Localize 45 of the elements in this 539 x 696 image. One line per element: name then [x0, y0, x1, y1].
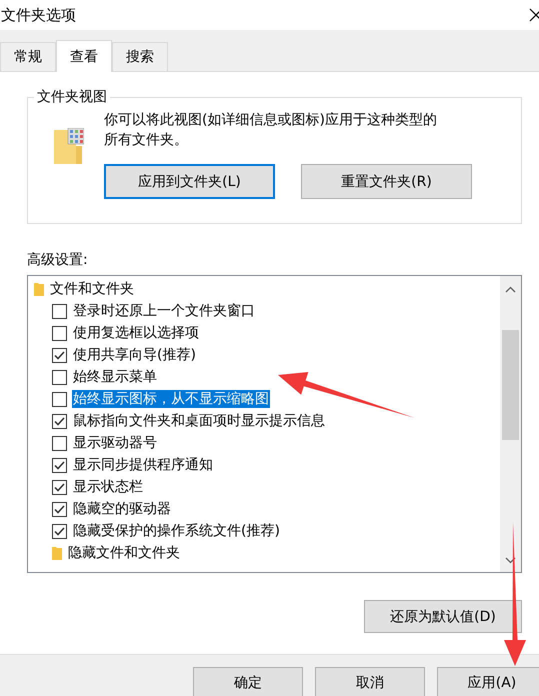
checkbox[interactable] — [52, 414, 67, 428]
dialog-button[interactable]: 应用(A) — [437, 667, 539, 696]
section-label: 高级设置: — [27, 251, 89, 269]
tab[interactable]: 常规 — [0, 42, 56, 71]
checkbox[interactable] — [52, 370, 67, 384]
tab[interactable]: 搜索 — [112, 42, 168, 71]
checkbox[interactable] — [52, 304, 67, 318]
setting-label[interactable]: 使用复选框以选择项 — [72, 324, 200, 342]
setting-label[interactable]: 隐藏空的驱动器 — [72, 500, 172, 518]
dialog-button[interactable]: 取消 — [315, 667, 425, 696]
setting-label[interactable]: 登录时还原上一个文件夹窗口 — [72, 302, 256, 320]
folder-icon — [34, 282, 44, 296]
setting-label[interactable]: 隐藏文件和文件夹 — [67, 544, 181, 562]
folder-icon — [54, 128, 84, 164]
checkbox[interactable] — [52, 458, 67, 472]
setting-label[interactable]: 使用共享向导(推荐) — [72, 346, 197, 364]
dialog-button[interactable]: 确定 — [193, 667, 303, 696]
folder-button[interactable]: 应用到文件夹(L) — [104, 164, 275, 199]
setting-label[interactable]: 鼠标指向文件夹和桌面项时显示提示信息 — [72, 412, 326, 430]
description-text: 你可以将此视图(如详细信息或图标)应用于这种类型的所有文件夹。 — [104, 111, 438, 150]
checkbox[interactable] — [52, 348, 67, 362]
tab[interactable]: 查看 — [56, 40, 112, 72]
scroll-down-icon[interactable] — [505, 557, 516, 564]
setting-label[interactable]: 显示驱动器号 — [72, 434, 158, 452]
setting-label[interactable]: 始终显示图标，从不显示缩略图 — [72, 390, 270, 408]
folder-button[interactable]: 重置文件夹(R) — [301, 164, 472, 199]
close-icon[interactable] — [529, 8, 539, 22]
scrollbar[interactable] — [500, 276, 521, 572]
checkbox[interactable] — [52, 392, 67, 406]
setting-label[interactable]: 文件和文件夹 — [49, 280, 135, 298]
setting-label[interactable]: 显示同步提供程序通知 — [72, 456, 214, 474]
restore-defaults-button[interactable]: 还原为默认值(D) — [364, 600, 522, 633]
scroll-up-icon[interactable] — [505, 286, 516, 293]
scroll-thumb[interactable] — [502, 330, 519, 440]
checkbox[interactable] — [52, 326, 67, 340]
checkbox[interactable] — [52, 502, 67, 516]
group-title: 文件夹视图 — [34, 88, 110, 106]
checkbox[interactable] — [52, 480, 67, 494]
folder-icon — [52, 546, 62, 560]
checkbox[interactable] — [52, 436, 67, 450]
window-title: 文件夹选项 — [1, 6, 76, 24]
setting-label[interactable]: 显示状态栏 — [72, 478, 144, 496]
setting-label[interactable]: 隐藏受保护的操作系统文件(推荐) — [72, 522, 281, 540]
setting-label[interactable]: 始终显示菜单 — [72, 368, 158, 386]
checkbox[interactable] — [52, 524, 67, 538]
